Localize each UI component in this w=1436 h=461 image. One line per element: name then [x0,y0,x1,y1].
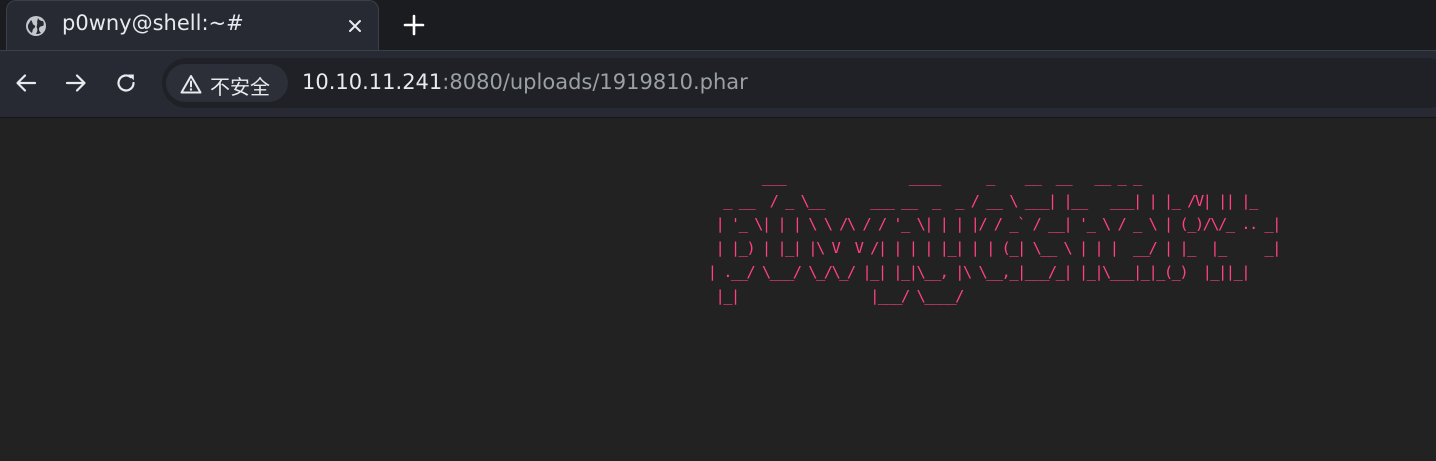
security-label: 不安全 [210,75,270,99]
arrow-right-icon[interactable] [61,68,91,98]
arrow-left-icon[interactable] [11,68,41,98]
security-indicator[interactable]: 不安全 [166,64,288,102]
plus-icon[interactable] [400,11,428,39]
close-icon[interactable] [343,14,367,38]
browser-toolbar: 不安全 10.10.11.241:8080/uploads/1919810.ph… [0,50,1436,117]
url-text[interactable]: 10.10.11.241:8080/uploads/1919810.phar [302,70,748,94]
url-host: 10.10.11.241 [302,70,443,94]
globe-icon [24,14,48,38]
browser-tab[interactable]: p0wny@shell:~# [6,0,379,50]
address-bar[interactable]: 不安全 10.10.11.241:8080/uploads/1919810.ph… [162,58,1436,108]
reload-icon[interactable] [111,68,141,98]
page-content: ___ ____ _ __ __ __ _ _ _ __ / _ \__ ___… [0,118,1436,461]
warning-triangle-icon [180,74,202,94]
url-path: :8080/uploads/1919810.phar [442,70,748,94]
ascii-banner: ___ ____ _ __ __ __ _ _ _ __ / _ \__ ___… [707,168,1282,305]
tab-title: p0wny@shell:~# [62,11,244,35]
tab-strip: p0wny@shell:~# [0,0,1436,50]
